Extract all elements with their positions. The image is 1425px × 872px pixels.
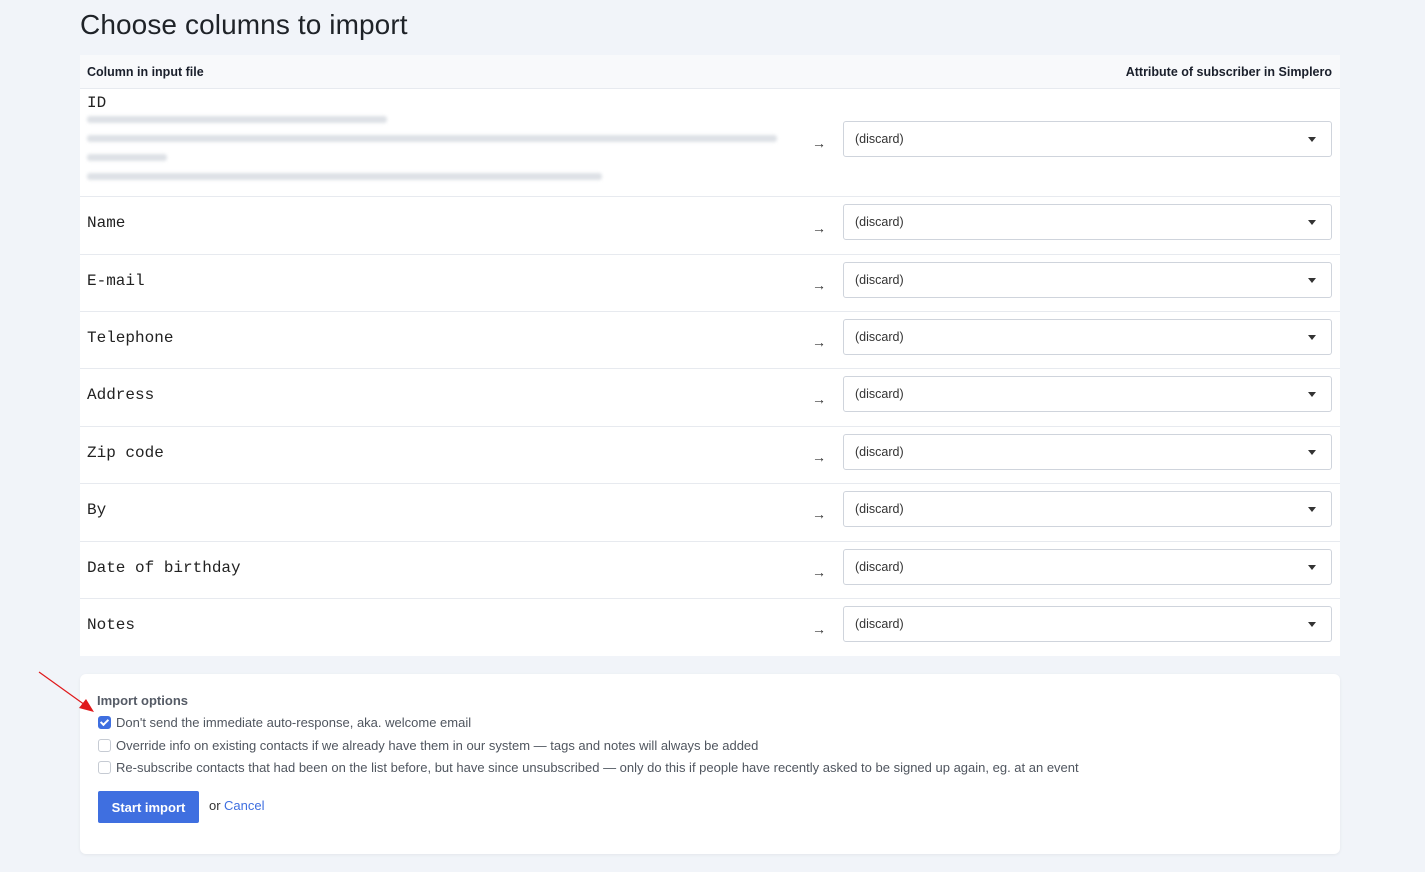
column-name: By xyxy=(87,501,107,519)
mapping-arrow: → xyxy=(812,135,826,151)
select-value: (discard) xyxy=(855,330,904,344)
caret-down-icon xyxy=(1308,137,1316,142)
column-name: E-mail xyxy=(87,272,145,290)
select-value: (discard) xyxy=(855,617,904,631)
mapping-arrow: → xyxy=(812,391,826,407)
caret-down-icon xyxy=(1308,507,1316,512)
caret-down-icon xyxy=(1308,450,1316,455)
mapping-arrow: → xyxy=(812,334,826,350)
select-value: (discard) xyxy=(855,560,904,574)
select-value: (discard) xyxy=(855,132,904,146)
cancel-link[interactable]: Cancel xyxy=(224,798,264,813)
mapping-arrow: → xyxy=(812,621,826,637)
table-header: Column in input file Attribute of subscr… xyxy=(80,55,1340,89)
attribute-select-email[interactable]: (discard) xyxy=(843,262,1332,298)
caret-down-icon xyxy=(1308,392,1316,397)
table-row-address: Address → (discard) xyxy=(80,369,1340,427)
start-import-button[interactable]: Start import xyxy=(98,791,199,823)
select-value: (discard) xyxy=(855,273,904,287)
caret-down-icon xyxy=(1308,335,1316,340)
select-value: (discard) xyxy=(855,387,904,401)
caret-down-icon xyxy=(1308,220,1316,225)
select-value: (discard) xyxy=(855,215,904,229)
column-name: Address xyxy=(87,386,155,404)
option-override-info[interactable]: Override info on existing contacts if we… xyxy=(98,738,758,753)
column-name: Name xyxy=(87,214,126,232)
caret-down-icon xyxy=(1308,278,1316,283)
import-options-title: Import options xyxy=(97,693,188,708)
table-row-notes: Notes → (discard) xyxy=(80,599,1340,656)
column-name: Zip code xyxy=(87,444,164,462)
or-text: or xyxy=(209,798,221,813)
attribute-select-date-of-birthday[interactable]: (discard) xyxy=(843,549,1332,585)
table-row-telephone: Telephone → (discard) xyxy=(80,312,1340,369)
attribute-select-by[interactable]: (discard) xyxy=(843,491,1332,527)
column-name: Date of birthday xyxy=(87,559,241,577)
caret-down-icon xyxy=(1308,622,1316,627)
sample-data-preview xyxy=(87,116,777,192)
caret-down-icon xyxy=(1308,565,1316,570)
mapping-arrow: → xyxy=(812,449,826,465)
attribute-select-telephone[interactable]: (discard) xyxy=(843,319,1332,355)
mapping-arrow: → xyxy=(812,564,826,580)
checkbox-override-info[interactable] xyxy=(98,739,111,752)
table-row-date-of-birthday: Date of birthday → (discard) xyxy=(80,542,1340,599)
attribute-select-zip-code[interactable]: (discard) xyxy=(843,434,1332,470)
table-row-name: Name → (discard) xyxy=(80,197,1340,255)
mapping-arrow: → xyxy=(812,277,826,293)
attribute-select-id[interactable]: (discard) xyxy=(843,121,1332,157)
column-mapping-table: Column in input file Attribute of subscr… xyxy=(80,55,1340,656)
mapping-arrow: → xyxy=(812,220,826,236)
checkbox-no-welcome-email[interactable] xyxy=(98,716,111,729)
select-value: (discard) xyxy=(855,502,904,516)
option-resubscribe[interactable]: Re-subscribe contacts that had been on t… xyxy=(98,760,1079,775)
attribute-select-name[interactable]: (discard) xyxy=(843,204,1332,240)
checkbox-resubscribe[interactable] xyxy=(98,761,111,774)
column-name: Telephone xyxy=(87,329,174,347)
column-name: Notes xyxy=(87,616,136,634)
mapping-arrow: → xyxy=(812,506,826,522)
attribute-select-address[interactable]: (discard) xyxy=(843,376,1332,412)
option-label: Override info on existing contacts if we… xyxy=(116,738,759,753)
table-row-by: By → (discard) xyxy=(80,484,1340,542)
select-value: (discard) xyxy=(855,445,904,459)
option-label: Re-subscribe contacts that had been on t… xyxy=(116,760,1079,775)
table-row-email: E-mail → (discard) xyxy=(80,255,1340,312)
attribute-select-notes[interactable]: (discard) xyxy=(843,606,1332,642)
option-no-welcome-email[interactable]: Don't send the immediate auto-response, … xyxy=(98,715,471,730)
table-row-id: ID → (discard) xyxy=(80,89,1340,197)
option-label: Don't send the immediate auto-response, … xyxy=(116,715,472,730)
import-options-panel: Import options Don't send the immediate … xyxy=(80,674,1340,854)
header-attribute-of-subscriber: Attribute of subscriber in Simplero xyxy=(1125,64,1332,79)
column-name: ID xyxy=(87,94,107,112)
page-title: Choose columns to import xyxy=(80,9,408,40)
table-row-zip-code: Zip code → (discard) xyxy=(80,427,1340,484)
header-column-in-input-file: Column in input file xyxy=(87,64,204,79)
